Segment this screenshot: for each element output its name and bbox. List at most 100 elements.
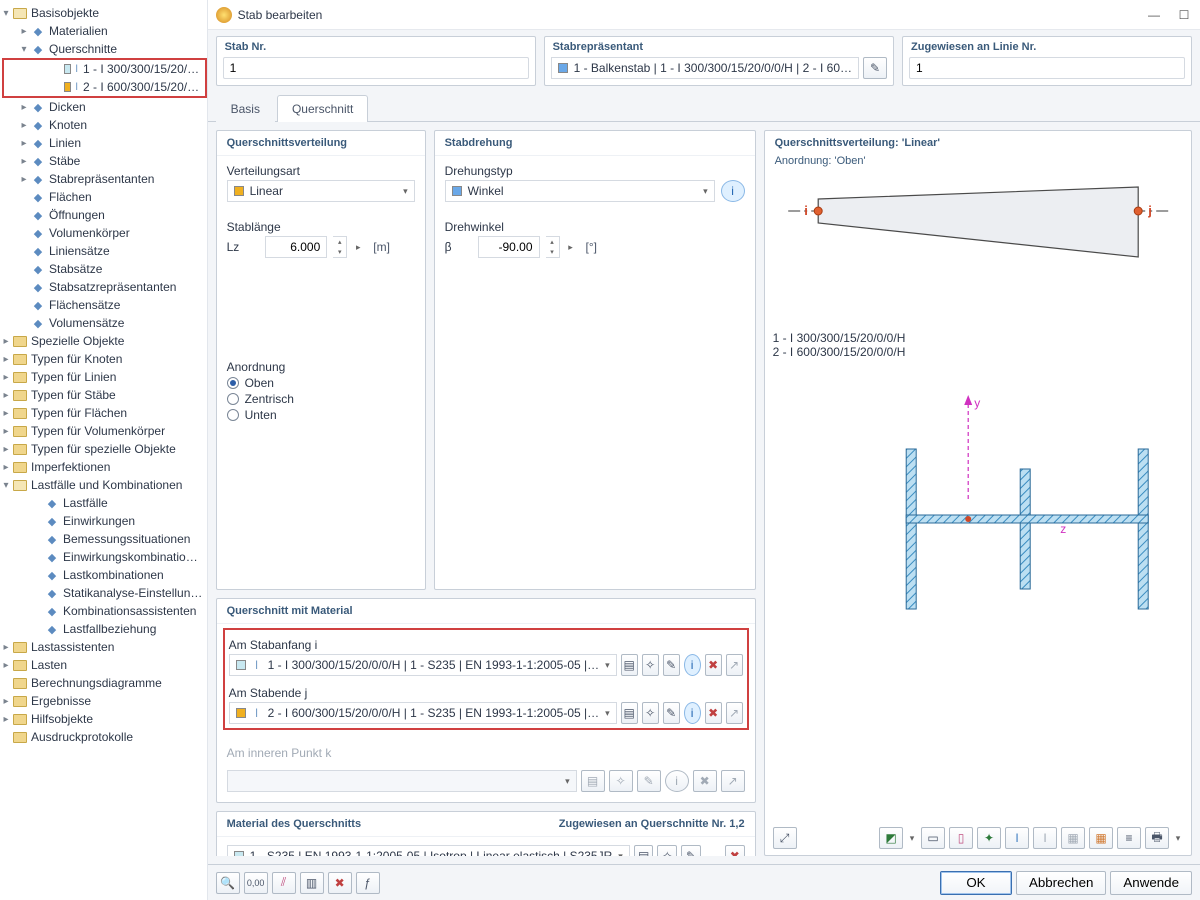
tree-item[interactable]: ◆Lastfallbeziehung: [0, 620, 207, 638]
tree-item[interactable]: ◆Lastfälle: [0, 494, 207, 512]
info-button[interactable]: i: [684, 654, 701, 676]
tree-item[interactable]: ◆Statikanalyse-Einstellungen: [0, 584, 207, 602]
tree-item[interactable]: I2 - I 600/300/15/20/0/0/H |: [4, 78, 205, 96]
preview-tool-6[interactable]: I: [1033, 827, 1057, 849]
new-button[interactable]: ✧: [657, 845, 677, 856]
dist-type-combo[interactable]: Linear ▾: [227, 180, 415, 202]
tree-item[interactable]: ▸Spezielle Objekte: [0, 332, 207, 350]
expand-icon[interactable]: ▸: [0, 660, 12, 671]
preview-tool-8[interactable]: ▦: [1089, 827, 1113, 849]
delete-button[interactable]: ✖: [705, 654, 722, 676]
info-button[interactable]: i: [684, 702, 701, 724]
preview-tool-4[interactable]: ✦: [977, 827, 1001, 849]
expand-icon[interactable]: ▾: [18, 44, 30, 55]
expand-icon[interactable]: ▸: [0, 390, 12, 401]
line-input[interactable]: [909, 57, 1185, 79]
tab-querschnitt[interactable]: Querschnitt: [277, 95, 368, 122]
info-button[interactable]: i: [721, 180, 745, 202]
cancel-button[interactable]: Abbrechen: [1016, 871, 1106, 895]
tree-item[interactable]: ▾◆Querschnitte: [0, 40, 207, 58]
expand-icon[interactable]: ▸: [18, 174, 30, 185]
expand-icon[interactable]: ▸: [0, 408, 12, 419]
material-combo[interactable]: 1 - S235 | EN 1993-1-1:2005-05 | Isotrop…: [227, 845, 630, 856]
tree-item[interactable]: Berechnungsdiagramme: [0, 674, 207, 692]
tree-item[interactable]: ▸◆Stäbe: [0, 152, 207, 170]
expand-icon[interactable]: ▾: [0, 480, 12, 491]
apply-button[interactable]: Anwende: [1110, 871, 1192, 895]
len-input[interactable]: [265, 236, 327, 258]
edit-button[interactable]: ✎: [663, 654, 680, 676]
ang-spinner[interactable]: ▴▾: [546, 236, 560, 258]
tree-item[interactable]: ▸Typen für Flächen: [0, 404, 207, 422]
expand-icon[interactable]: ▸: [0, 714, 12, 725]
tab-basis[interactable]: Basis: [216, 95, 275, 122]
expand-icon[interactable]: ▸: [18, 26, 30, 37]
tree-item[interactable]: ◆Volumensätze: [0, 314, 207, 332]
preview-tool-1[interactable]: ◩: [879, 827, 903, 849]
new-button[interactable]: ✧: [642, 702, 659, 724]
tree-item[interactable]: ▸◆Materialien: [0, 22, 207, 40]
tree-item[interactable]: ▸Lasten: [0, 656, 207, 674]
qs-start-combo[interactable]: I 1 - I 300/300/15/20/0/0/H | 1 - S235 |…: [229, 654, 617, 676]
new-button[interactable]: ✧: [642, 654, 659, 676]
anord-option[interactable]: Oben: [227, 376, 415, 390]
preview-tool-5[interactable]: I: [1005, 827, 1029, 849]
lib-button[interactable]: ▤: [621, 702, 638, 724]
anord-option[interactable]: Unten: [227, 408, 415, 422]
edit-button[interactable]: ✎: [663, 702, 680, 724]
ang-menu-button[interactable]: ▸: [566, 242, 576, 253]
footer-tool-6[interactable]: ƒ: [356, 872, 380, 894]
preview-tool-2[interactable]: ▭: [921, 827, 945, 849]
expand-icon[interactable]: ▸: [0, 426, 12, 437]
tree-item[interactable]: ▸Imperfektionen: [0, 458, 207, 476]
rep-combo[interactable]: 1 - Balkenstab | 1 - I 300/300/15/20/0/0…: [551, 57, 859, 79]
minimize-button[interactable]: —: [1146, 7, 1162, 23]
tree-item[interactable]: ◆Kombinationsassistenten: [0, 602, 207, 620]
tree-item[interactable]: ▸Ergebnisse: [0, 692, 207, 710]
expand-icon[interactable]: ▸: [0, 462, 12, 473]
expand-icon[interactable]: ▸: [0, 336, 12, 347]
tree-item[interactable]: ◆Lastkombinationen: [0, 566, 207, 584]
tree-item[interactable]: ▸◆Linien: [0, 134, 207, 152]
tree-item[interactable]: ▸Hilfsobjekte: [0, 710, 207, 728]
qs-end-combo[interactable]: I 2 - I 600/300/15/20/0/0/H | 1 - S235 |…: [229, 702, 617, 724]
tree-item[interactable]: ◆Flächen: [0, 188, 207, 206]
tree-item[interactable]: ▸Typen für spezielle Objekte: [0, 440, 207, 458]
len-spinner[interactable]: ▴▾: [333, 236, 347, 258]
tree-item[interactable]: ◆Öffnungen: [0, 206, 207, 224]
expand-icon[interactable]: ▸: [0, 372, 12, 383]
rot-type-combo[interactable]: Winkel ▾: [445, 180, 715, 202]
preview-tool-extend[interactable]: ⤢: [773, 827, 797, 849]
edit-button[interactable]: ✎: [681, 845, 701, 856]
preview-tool-3[interactable]: ▯: [949, 827, 973, 849]
lib-button[interactable]: ▤: [621, 654, 638, 676]
footer-tool-zoom[interactable]: 🔍: [216, 872, 240, 894]
tree-item[interactable]: ◆Einwirkungen: [0, 512, 207, 530]
tree-item[interactable]: ◆Liniensätze: [0, 242, 207, 260]
footer-tool-units[interactable]: 0,00: [244, 872, 268, 894]
ang-input[interactable]: [478, 236, 540, 258]
tree-item[interactable]: ▸◆Knoten: [0, 116, 207, 134]
len-menu-button[interactable]: ▸: [353, 242, 363, 253]
rep-edit-button[interactable]: ✎: [863, 57, 887, 79]
tree-item[interactable]: Ausdruckprotokolle: [0, 728, 207, 746]
tree-item[interactable]: ▸◆Stabrepräsentanten: [0, 170, 207, 188]
preview-tool-print-menu[interactable]: ▾: [1173, 833, 1183, 844]
tree-item[interactable]: ◆Stabsätze: [0, 260, 207, 278]
expand-icon[interactable]: ▸: [18, 120, 30, 131]
expand-icon[interactable]: ▸: [0, 642, 12, 653]
ok-button[interactable]: OK: [940, 871, 1012, 895]
expand-icon[interactable]: ▸: [0, 696, 12, 707]
tree-root[interactable]: ▾ Basisobjekte: [0, 4, 207, 22]
tree-item[interactable]: I1 - I 300/300/15/20/0/0/H |: [4, 60, 205, 78]
tree-item[interactable]: ▸Typen für Volumenkörper: [0, 422, 207, 440]
tree-item[interactable]: ▾Lastfälle und Kombinationen: [0, 476, 207, 494]
expand-icon[interactable]: ▸: [18, 156, 30, 167]
tree-item[interactable]: ▸◆Dicken: [0, 98, 207, 116]
expand-icon[interactable]: ▸: [18, 138, 30, 149]
lib-button[interactable]: ▤: [634, 845, 654, 856]
footer-tool-3[interactable]: ⫽: [272, 872, 296, 894]
stab-nr-input[interactable]: [223, 57, 529, 79]
tree-item[interactable]: ▸Typen für Stäbe: [0, 386, 207, 404]
delete-button[interactable]: ✖: [725, 845, 745, 856]
